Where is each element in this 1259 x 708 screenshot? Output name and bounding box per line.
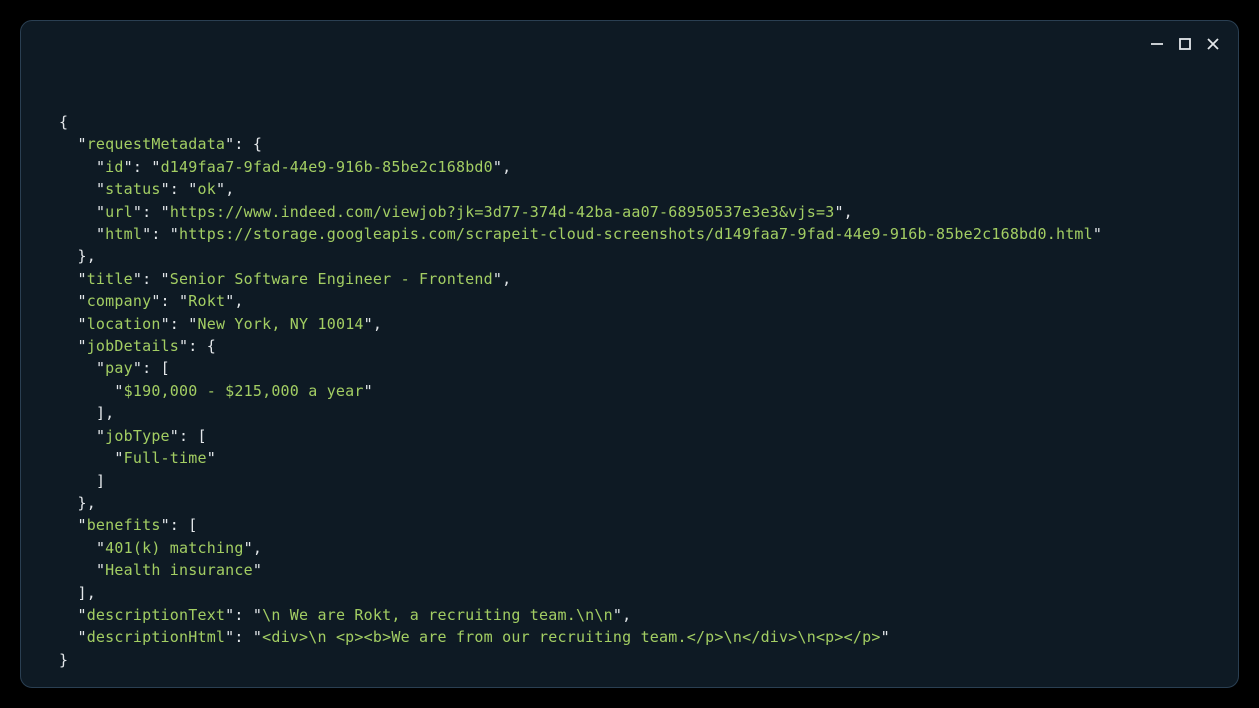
json-string: https://www.indeed.com/viewjob?jk=3d77-3… bbox=[170, 203, 835, 221]
json-key: pay bbox=[105, 359, 133, 377]
json-string: Health insurance bbox=[105, 561, 253, 579]
json-string: https://storage.googleapis.com/scrapeit-… bbox=[179, 225, 1093, 243]
json-string: d149faa7-9fad-44e9-916b-85be2c168bd0 bbox=[161, 158, 493, 176]
json-key: requestMetadata bbox=[87, 135, 225, 153]
json-key: location bbox=[87, 315, 161, 333]
close-icon[interactable] bbox=[1206, 35, 1220, 57]
json-brace: } bbox=[59, 651, 68, 669]
maximize-icon[interactable] bbox=[1178, 35, 1192, 57]
json-key: jobType bbox=[105, 427, 170, 445]
json-key: html bbox=[105, 225, 142, 243]
json-key: status bbox=[105, 180, 160, 198]
json-key: company bbox=[87, 292, 152, 310]
json-string: Rokt bbox=[188, 292, 225, 310]
json-key: id bbox=[105, 158, 123, 176]
json-string: ok bbox=[198, 180, 216, 198]
json-string: Senior Software Engineer - Frontend bbox=[170, 270, 493, 288]
minimize-icon[interactable] bbox=[1150, 35, 1164, 57]
json-brace: { bbox=[59, 113, 68, 131]
json-string: <div>\n <p><b>We are from our recruiting… bbox=[262, 628, 880, 646]
json-string: New York, NY 10014 bbox=[198, 315, 364, 333]
terminal-window: { "requestMetadata": { "id": "d149faa7-9… bbox=[20, 20, 1239, 688]
json-key: jobDetails bbox=[87, 337, 179, 355]
json-key: url bbox=[105, 203, 133, 221]
json-string: Full-time bbox=[124, 449, 207, 467]
json-string: \n We are Rokt, a recruiting team.\n\n bbox=[262, 606, 613, 624]
window-controls bbox=[1150, 35, 1220, 57]
json-key: descriptionHtml bbox=[87, 628, 225, 646]
json-key: title bbox=[87, 270, 133, 288]
json-string: 401(k) matching bbox=[105, 539, 243, 557]
json-key: descriptionText bbox=[87, 606, 225, 624]
json-key: benefits bbox=[87, 516, 161, 534]
code-content: { "requestMetadata": { "id": "d149faa7-9… bbox=[21, 21, 1238, 688]
json-string: $190,000 - $215,000 a year bbox=[124, 382, 364, 400]
